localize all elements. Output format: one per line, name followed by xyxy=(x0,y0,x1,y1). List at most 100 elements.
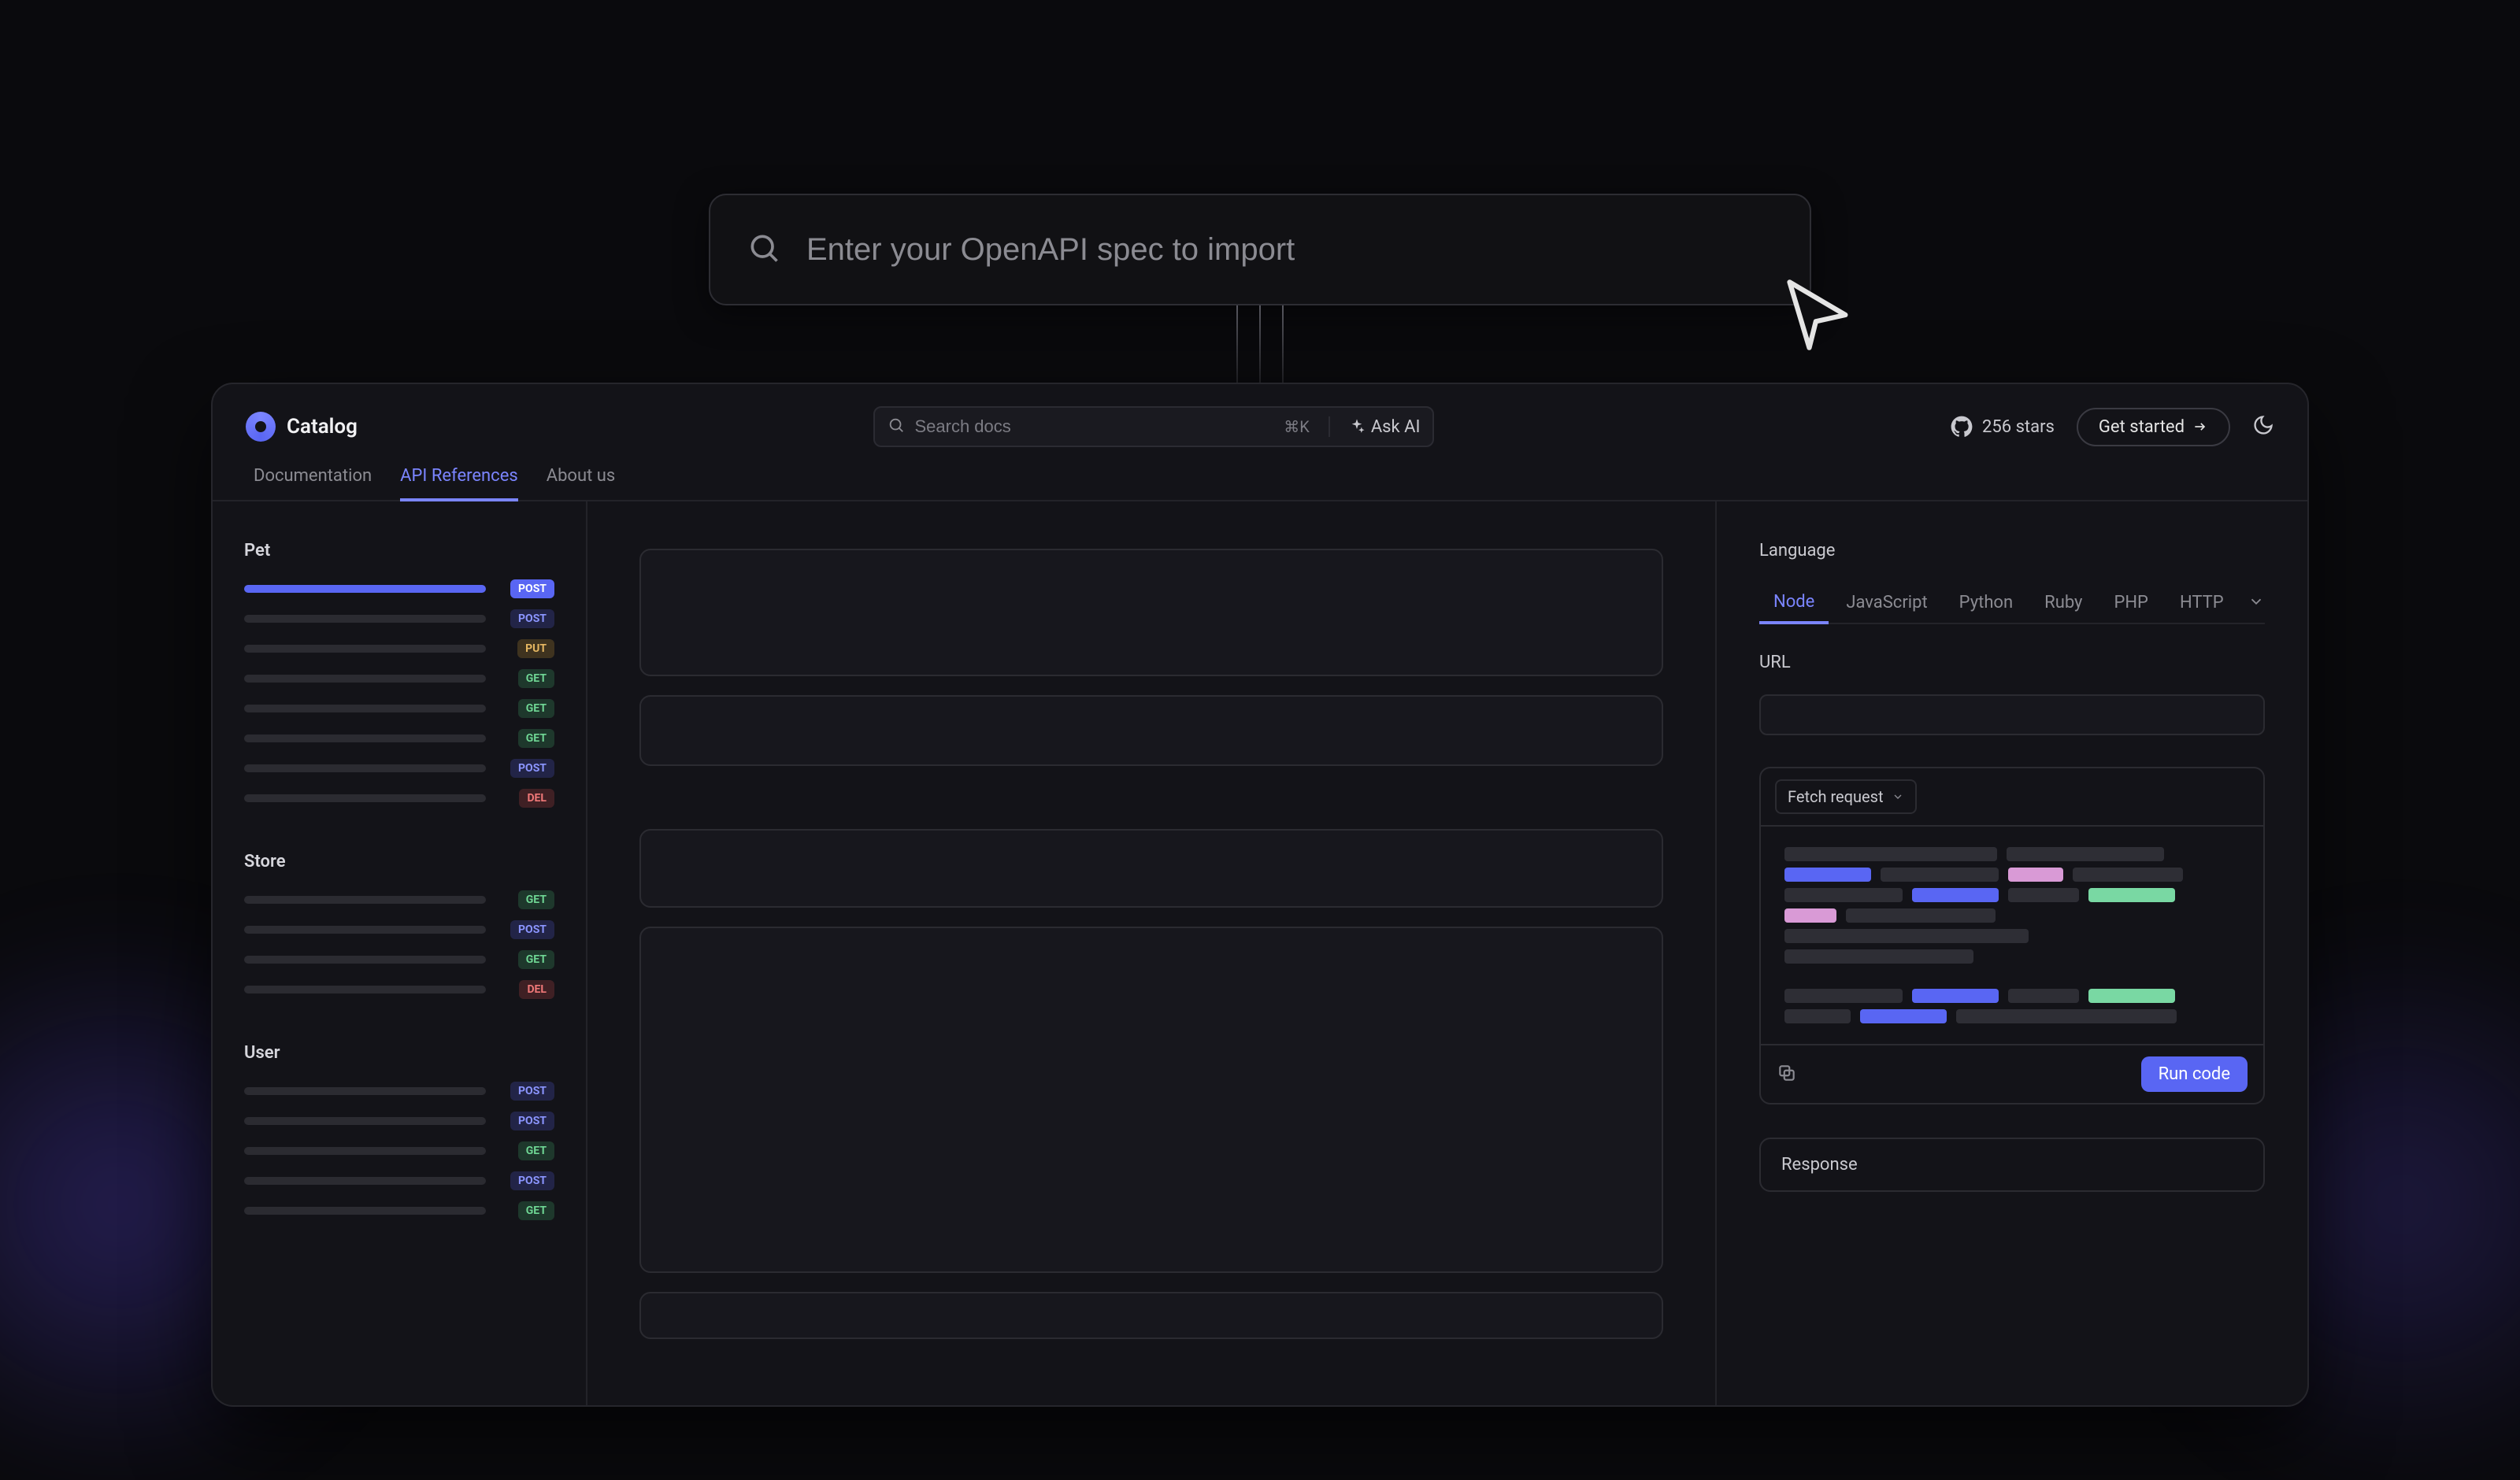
endpoint-name-skeleton xyxy=(244,1177,486,1185)
theme-toggle[interactable] xyxy=(2252,414,2274,439)
get-started-button[interactable]: Get started xyxy=(2077,408,2230,446)
lang-tab-ruby[interactable]: Ruby xyxy=(2030,583,2096,622)
search-docs-input[interactable] xyxy=(914,416,1274,437)
sidebar: PetPOSTPOSTPUTGETGETGETPOSTDELStoreGETPO… xyxy=(213,501,587,1405)
endpoint-name-skeleton xyxy=(244,705,486,712)
ask-ai-label: Ask AI xyxy=(1371,417,1421,437)
sidebar-item[interactable]: POST xyxy=(244,1112,554,1130)
ask-ai-button[interactable]: Ask AI xyxy=(1340,417,1421,437)
method-badge: POST xyxy=(510,609,554,628)
sidebar-item[interactable]: GET xyxy=(244,1141,554,1160)
method-badge: GET xyxy=(518,729,554,748)
fetch-label: Fetch request xyxy=(1788,787,1884,806)
header-right: 256 stars Get started xyxy=(1951,408,2274,446)
search-docs[interactable]: ⌘K Ask AI xyxy=(873,406,1434,447)
lang-tab-javascript[interactable]: JavaScript xyxy=(1832,583,1941,622)
method-badge: GET xyxy=(518,1141,554,1160)
endpoint-name-skeleton xyxy=(244,794,486,802)
code-body xyxy=(1761,825,2263,1044)
endpoint-name-skeleton xyxy=(244,956,486,964)
sidebar-item[interactable]: DEL xyxy=(244,980,554,999)
tab-documentation[interactable]: Documentation xyxy=(254,466,372,500)
header: Catalog ⌘K Ask AI 256 stars Get started xyxy=(213,384,2307,447)
sidebar-section-title: Store xyxy=(244,852,554,871)
endpoint-name-skeleton xyxy=(244,1117,486,1125)
main-content xyxy=(587,501,1717,1405)
kbd-shortcut: ⌘K xyxy=(1284,417,1319,436)
endpoint-name-skeleton xyxy=(244,896,486,904)
method-badge: GET xyxy=(518,950,554,969)
brand-name: Catalog xyxy=(287,415,358,438)
sidebar-item[interactable]: DEL xyxy=(244,789,554,808)
sidebar-item[interactable]: GET xyxy=(244,890,554,909)
endpoint-name-skeleton xyxy=(244,1207,486,1215)
sidebar-item[interactable]: POST xyxy=(244,759,554,778)
endpoint-name-skeleton xyxy=(244,926,486,934)
content-skeleton xyxy=(639,1292,1663,1339)
tab-api-references[interactable]: API References xyxy=(400,466,518,501)
code-sample-card: Fetch request xyxy=(1759,767,2265,1104)
method-badge: DEL xyxy=(519,980,554,999)
url-label: URL xyxy=(1759,653,2265,672)
brand[interactable]: Catalog xyxy=(246,412,358,442)
content-skeleton xyxy=(639,695,1663,766)
sidebar-section-title: User xyxy=(244,1043,554,1063)
divider xyxy=(1329,416,1330,437)
top-tabs: Documentation API References About us xyxy=(213,447,2307,501)
lang-more-dropdown[interactable] xyxy=(2241,583,2271,623)
brand-logo-icon xyxy=(246,412,276,442)
sidebar-item[interactable]: POST xyxy=(244,1082,554,1101)
run-code-button[interactable]: Run code xyxy=(2141,1056,2248,1092)
method-badge: POST xyxy=(510,920,554,939)
sidebar-item[interactable]: GET xyxy=(244,1201,554,1220)
openapi-url-field[interactable] xyxy=(806,232,1773,268)
sidebar-item[interactable]: GET xyxy=(244,669,554,688)
method-badge: DEL xyxy=(519,789,554,808)
tab-about-us[interactable]: About us xyxy=(547,466,616,500)
github-stars-count: 256 stars xyxy=(1982,417,2055,437)
lang-tab-php[interactable]: PHP xyxy=(2099,583,2162,622)
sidebar-item[interactable]: POST xyxy=(244,920,554,939)
sidebar-item[interactable]: POST xyxy=(244,579,554,598)
endpoint-name-skeleton xyxy=(244,645,486,653)
github-stars-link[interactable]: 256 stars xyxy=(1951,416,2055,438)
method-badge: GET xyxy=(518,1201,554,1220)
url-input[interactable] xyxy=(1759,694,2265,735)
endpoint-name-skeleton xyxy=(244,615,486,623)
sidebar-item[interactable]: POST xyxy=(244,609,554,628)
endpoint-name-skeleton xyxy=(244,734,486,742)
sidebar-item[interactable]: GET xyxy=(244,950,554,969)
method-badge: GET xyxy=(518,669,554,688)
method-badge: GET xyxy=(518,699,554,718)
openapi-import-input[interactable] xyxy=(709,194,1811,305)
endpoint-name-skeleton xyxy=(244,764,486,772)
endpoint-name-skeleton xyxy=(244,675,486,683)
endpoint-name-skeleton xyxy=(244,1087,486,1095)
endpoint-name-skeleton xyxy=(244,585,486,593)
lang-tab-http[interactable]: HTTP xyxy=(2166,583,2238,622)
copy-icon[interactable] xyxy=(1777,1063,1797,1086)
app-window: Catalog ⌘K Ask AI 256 stars Get started xyxy=(211,383,2309,1407)
content-skeleton xyxy=(639,927,1663,1273)
response-card: Response xyxy=(1759,1138,2265,1192)
lang-tab-python[interactable]: Python xyxy=(1945,583,2027,622)
right-panel: Language Node JavaScript Python Ruby PHP… xyxy=(1717,501,2307,1405)
search-icon xyxy=(888,416,905,437)
cursor-icon xyxy=(1780,276,1858,357)
method-badge: POST xyxy=(510,759,554,778)
language-label: Language xyxy=(1759,541,2265,561)
response-label: Response xyxy=(1761,1139,2263,1190)
lang-tab-node[interactable]: Node xyxy=(1759,583,1829,624)
get-started-label: Get started xyxy=(2099,417,2185,437)
sidebar-item[interactable]: POST xyxy=(244,1171,554,1190)
request-type-dropdown[interactable]: Fetch request xyxy=(1775,779,1917,814)
method-badge: GET xyxy=(518,890,554,909)
language-tabs: Node JavaScript Python Ruby PHP HTTP xyxy=(1759,583,2265,624)
content-skeleton xyxy=(639,549,1663,676)
method-badge: POST xyxy=(510,1112,554,1130)
method-badge: PUT xyxy=(517,639,554,658)
sidebar-item[interactable]: GET xyxy=(244,729,554,748)
search-icon xyxy=(747,231,781,268)
sidebar-item[interactable]: PUT xyxy=(244,639,554,658)
sidebar-item[interactable]: GET xyxy=(244,699,554,718)
